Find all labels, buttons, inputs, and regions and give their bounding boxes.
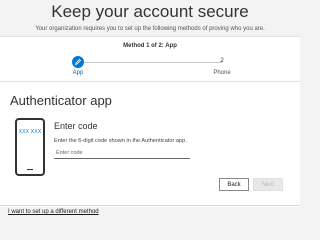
progress-track bbox=[78, 62, 222, 63]
step-1-indicator bbox=[72, 56, 84, 68]
check-pencil-icon bbox=[74, 58, 82, 66]
divider bbox=[0, 36, 300, 37]
step-2-number: 2 bbox=[220, 58, 224, 64]
next-button[interactable]: Next bbox=[253, 178, 283, 191]
enter-code-heading: Enter code bbox=[54, 121, 98, 131]
method-step-label: Method 1 of 2: App bbox=[123, 43, 177, 49]
step-2-label: Phone bbox=[213, 70, 231, 76]
divider bbox=[0, 205, 300, 206]
page-title: Keep your account secure bbox=[51, 2, 249, 21]
code-input[interactable] bbox=[54, 147, 190, 159]
phone-code-placeholder: XXX XXX bbox=[18, 129, 42, 135]
phone-home-bar bbox=[27, 169, 33, 170]
divider bbox=[0, 81, 300, 82]
step-1-label: App bbox=[72, 70, 84, 76]
different-method-link[interactable]: I want to set up a different method bbox=[8, 209, 99, 215]
section-title: Authenticator app bbox=[10, 93, 112, 108]
code-instructions: Enter the 6-digit code shown in the Auth… bbox=[54, 138, 187, 144]
page-subtitle: Your organization requires you to set up… bbox=[35, 26, 265, 32]
back-button[interactable]: Back bbox=[219, 178, 249, 191]
phone-illustration-icon: XXX XXX bbox=[15, 118, 45, 176]
